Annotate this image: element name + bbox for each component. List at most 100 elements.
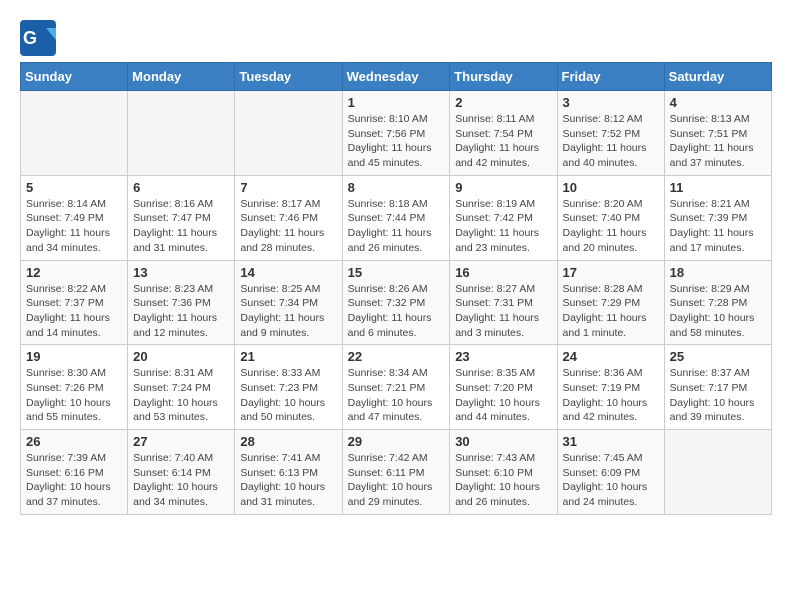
day-info: Sunrise: 8:27 AM Sunset: 7:31 PM Dayligh… [455, 282, 551, 341]
calendar-week-row: 1 Sunrise: 8:10 AM Sunset: 7:56 PM Daylig… [21, 91, 772, 176]
day-info: Sunrise: 8:18 AM Sunset: 7:44 PM Dayligh… [348, 197, 445, 256]
calendar-cell: 7 Sunrise: 8:17 AM Sunset: 7:46 PM Daylig… [235, 175, 342, 260]
calendar-cell: 9 Sunrise: 8:19 AM Sunset: 7:42 PM Daylig… [450, 175, 557, 260]
calendar-cell: 8 Sunrise: 8:18 AM Sunset: 7:44 PM Daylig… [342, 175, 450, 260]
calendar-cell: 19 Sunrise: 8:30 AM Sunset: 7:26 PM Dayli… [21, 345, 128, 430]
calendar-cell: 31Sunrise: 7:45 AM Sunset: 6:09 PM Dayli… [557, 430, 664, 515]
calendar-cell: 27 Sunrise: 7:40 AM Sunset: 6:14 PM Dayli… [128, 430, 235, 515]
calendar-cell: 3 Sunrise: 8:12 AM Sunset: 7:52 PM Daylig… [557, 91, 664, 176]
calendar-week-row: 12 Sunrise: 8:22 AM Sunset: 7:37 PM Dayli… [21, 260, 772, 345]
calendar-week-row: 26 Sunrise: 7:39 AM Sunset: 6:16 PM Dayli… [21, 430, 772, 515]
day-number: 23 [455, 349, 551, 364]
day-info: Sunrise: 8:14 AM Sunset: 7:49 PM Dayligh… [26, 197, 122, 256]
calendar-header-row: SundayMondayTuesdayWednesdayThursdayFrid… [21, 63, 772, 91]
day-info: Sunrise: 7:39 AM Sunset: 6:16 PM Dayligh… [26, 451, 122, 510]
day-number: 3 [563, 95, 659, 110]
calendar-cell [21, 91, 128, 176]
calendar-cell: 1 Sunrise: 8:10 AM Sunset: 7:56 PM Daylig… [342, 91, 450, 176]
calendar-cell: 11Sunrise: 8:21 AM Sunset: 7:39 PM Dayli… [664, 175, 771, 260]
weekday-header: Friday [557, 63, 664, 91]
day-number: 16 [455, 265, 551, 280]
weekday-header: Monday [128, 63, 235, 91]
calendar-cell: 12 Sunrise: 8:22 AM Sunset: 7:37 PM Dayli… [21, 260, 128, 345]
day-number: 18 [670, 265, 766, 280]
day-info: Sunrise: 8:37 AM Sunset: 7:17 PM Dayligh… [670, 366, 766, 425]
day-info: Sunrise: 8:16 AM Sunset: 7:47 PM Dayligh… [133, 197, 229, 256]
calendar-cell: 22Sunrise: 8:34 AM Sunset: 7:21 PM Dayli… [342, 345, 450, 430]
calendar-cell: 5 Sunrise: 8:14 AM Sunset: 7:49 PM Daylig… [21, 175, 128, 260]
calendar-cell: 16 Sunrise: 8:27 AM Sunset: 7:31 PM Dayli… [450, 260, 557, 345]
calendar-cell: 4 Sunrise: 8:13 AM Sunset: 7:51 PM Daylig… [664, 91, 771, 176]
calendar-cell: 10Sunrise: 8:20 AM Sunset: 7:40 PM Dayli… [557, 175, 664, 260]
calendar-cell: 30Sunrise: 7:43 AM Sunset: 6:10 PM Dayli… [450, 430, 557, 515]
day-number: 29 [348, 434, 445, 449]
calendar-cell: 28Sunrise: 7:41 AM Sunset: 6:13 PM Dayli… [235, 430, 342, 515]
logo-icon: G [20, 20, 56, 56]
day-number: 17 [563, 265, 659, 280]
calendar-cell: 6 Sunrise: 8:16 AM Sunset: 7:47 PM Daylig… [128, 175, 235, 260]
weekday-header: Wednesday [342, 63, 450, 91]
day-info: Sunrise: 8:22 AM Sunset: 7:37 PM Dayligh… [26, 282, 122, 341]
day-number: 21 [240, 349, 336, 364]
day-info: Sunrise: 8:29 AM Sunset: 7:28 PM Dayligh… [670, 282, 766, 341]
day-info: Sunrise: 7:43 AM Sunset: 6:10 PM Dayligh… [455, 451, 551, 510]
day-info: Sunrise: 7:45 AM Sunset: 6:09 PM Dayligh… [563, 451, 659, 510]
day-number: 19 [26, 349, 122, 364]
calendar-week-row: 19 Sunrise: 8:30 AM Sunset: 7:26 PM Dayli… [21, 345, 772, 430]
calendar-cell: 20Sunrise: 8:31 AM Sunset: 7:24 PM Dayli… [128, 345, 235, 430]
calendar-cell: 13 Sunrise: 8:23 AM Sunset: 7:36 PM Dayli… [128, 260, 235, 345]
calendar-cell: 23 Sunrise: 8:35 AM Sunset: 7:20 PM Dayli… [450, 345, 557, 430]
day-number: 27 [133, 434, 229, 449]
calendar-cell [128, 91, 235, 176]
day-number: 4 [670, 95, 766, 110]
calendar-cell: 29 Sunrise: 7:42 AM Sunset: 6:11 PM Dayli… [342, 430, 450, 515]
day-info: Sunrise: 8:10 AM Sunset: 7:56 PM Dayligh… [348, 112, 445, 171]
day-number: 10 [563, 180, 659, 195]
day-info: Sunrise: 8:26 AM Sunset: 7:32 PM Dayligh… [348, 282, 445, 341]
day-info: Sunrise: 8:11 AM Sunset: 7:54 PM Dayligh… [455, 112, 551, 171]
day-info: Sunrise: 8:23 AM Sunset: 7:36 PM Dayligh… [133, 282, 229, 341]
day-info: Sunrise: 8:35 AM Sunset: 7:20 PM Dayligh… [455, 366, 551, 425]
day-info: Sunrise: 8:33 AM Sunset: 7:23 PM Dayligh… [240, 366, 336, 425]
calendar-cell: 14 Sunrise: 8:25 AM Sunset: 7:34 PM Dayli… [235, 260, 342, 345]
day-info: Sunrise: 8:30 AM Sunset: 7:26 PM Dayligh… [26, 366, 122, 425]
day-info: Sunrise: 8:13 AM Sunset: 7:51 PM Dayligh… [670, 112, 766, 171]
day-info: Sunrise: 8:12 AM Sunset: 7:52 PM Dayligh… [563, 112, 659, 171]
day-number: 12 [26, 265, 122, 280]
day-number: 14 [240, 265, 336, 280]
calendar-cell [664, 430, 771, 515]
calendar-cell: 15Sunrise: 8:26 AM Sunset: 7:32 PM Dayli… [342, 260, 450, 345]
weekday-header: Sunday [21, 63, 128, 91]
calendar-cell: 26 Sunrise: 7:39 AM Sunset: 6:16 PM Dayli… [21, 430, 128, 515]
day-number: 1 [348, 95, 445, 110]
day-info: Sunrise: 8:36 AM Sunset: 7:19 PM Dayligh… [563, 366, 659, 425]
day-number: 24 [563, 349, 659, 364]
calendar-cell: 25 Sunrise: 8:37 AM Sunset: 7:17 PM Dayli… [664, 345, 771, 430]
day-info: Sunrise: 7:42 AM Sunset: 6:11 PM Dayligh… [348, 451, 445, 510]
day-info: Sunrise: 8:17 AM Sunset: 7:46 PM Dayligh… [240, 197, 336, 256]
day-number: 20 [133, 349, 229, 364]
calendar-cell: 21 Sunrise: 8:33 AM Sunset: 7:23 PM Dayli… [235, 345, 342, 430]
calendar-cell: 24 Sunrise: 8:36 AM Sunset: 7:19 PM Dayli… [557, 345, 664, 430]
day-info: Sunrise: 8:19 AM Sunset: 7:42 PM Dayligh… [455, 197, 551, 256]
day-info: Sunrise: 8:34 AM Sunset: 7:21 PM Dayligh… [348, 366, 445, 425]
day-info: Sunrise: 7:40 AM Sunset: 6:14 PM Dayligh… [133, 451, 229, 510]
svg-text:G: G [23, 28, 37, 48]
day-number: 6 [133, 180, 229, 195]
page-header: G [20, 20, 772, 56]
day-number: 25 [670, 349, 766, 364]
day-info: Sunrise: 8:28 AM Sunset: 7:29 PM Dayligh… [563, 282, 659, 341]
day-info: Sunrise: 8:25 AM Sunset: 7:34 PM Dayligh… [240, 282, 336, 341]
calendar-cell: 2Sunrise: 8:11 AM Sunset: 7:54 PM Daylig… [450, 91, 557, 176]
day-number: 26 [26, 434, 122, 449]
calendar-week-row: 5 Sunrise: 8:14 AM Sunset: 7:49 PM Daylig… [21, 175, 772, 260]
day-number: 13 [133, 265, 229, 280]
calendar-cell [235, 91, 342, 176]
day-number: 8 [348, 180, 445, 195]
weekday-header: Tuesday [235, 63, 342, 91]
day-number: 9 [455, 180, 551, 195]
calendar-cell: 17 Sunrise: 8:28 AM Sunset: 7:29 PM Dayli… [557, 260, 664, 345]
day-number: 7 [240, 180, 336, 195]
day-number: 5 [26, 180, 122, 195]
logo: G [20, 20, 60, 56]
